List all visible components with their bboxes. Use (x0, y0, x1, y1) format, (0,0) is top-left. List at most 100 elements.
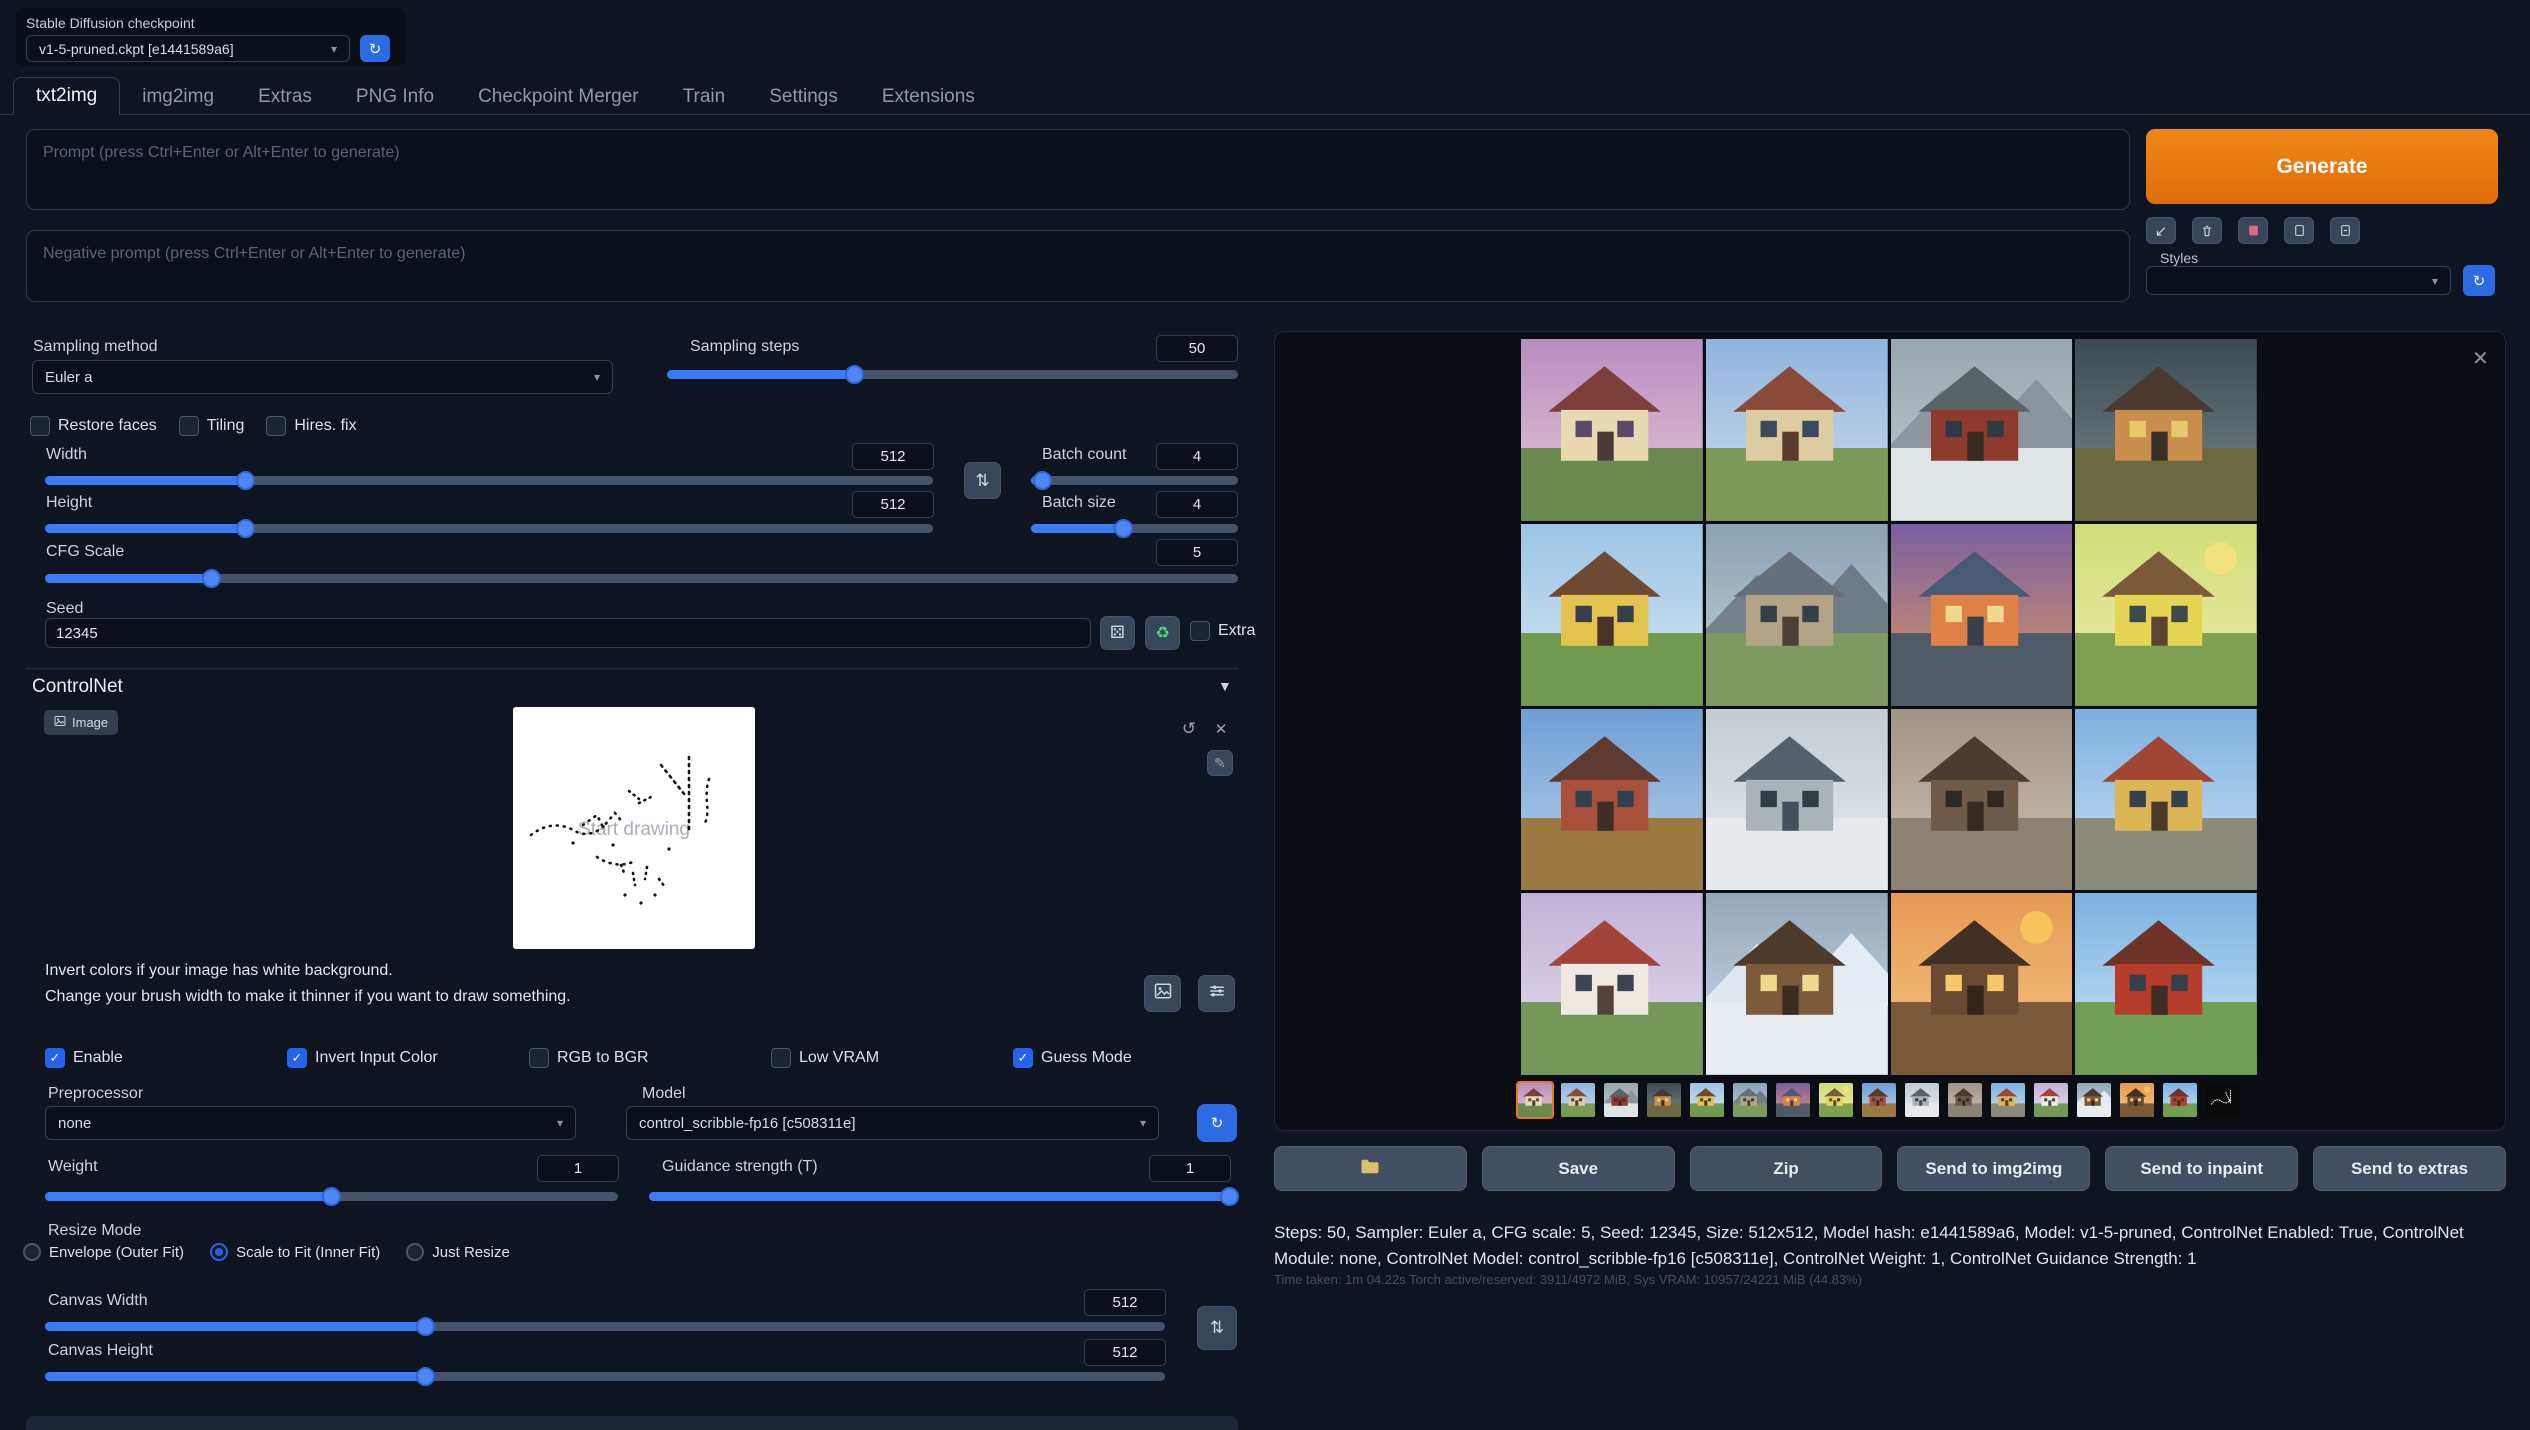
tab-checkpoint-merger[interactable]: Checkpoint Merger (456, 79, 661, 115)
swap-dimensions-button[interactable]: ⇅ (964, 462, 1001, 499)
checkpoint-select[interactable]: v1-5-pruned.ckpt [e1441589a6] ▾ (26, 35, 350, 62)
checkbox-invert-input-color[interactable]: ✓ Invert Input Color (287, 1048, 529, 1068)
tab-extras[interactable]: Extras (236, 79, 334, 115)
slider-track[interactable] (45, 574, 1238, 583)
send-to-extras-button[interactable]: Send to extras (2313, 1146, 2506, 1191)
slider-handle[interactable] (845, 365, 864, 384)
gallery-thumbnail-2[interactable] (1559, 1081, 1597, 1119)
gallery-image-15[interactable] (1891, 893, 2073, 1075)
width-slider[interactable] (45, 470, 933, 491)
seed-input[interactable] (45, 618, 1091, 648)
checkbox-extra[interactable]: Extra (1190, 621, 1255, 641)
styles-refresh-button[interactable]: ↻ (2463, 265, 2495, 296)
slider-handle[interactable] (416, 1317, 435, 1336)
generate-button[interactable]: Generate (2146, 129, 2498, 204)
gallery-image-8[interactable] (2075, 524, 2257, 706)
controlnet-drawing-canvas[interactable]: Start drawing (513, 707, 755, 949)
radio-just-resize[interactable]: Just Resize (406, 1243, 510, 1261)
slider-handle[interactable] (1220, 1187, 1239, 1206)
sampling-method-select[interactable]: Euler a ▾ (32, 360, 613, 394)
apply-style-button[interactable] (2284, 217, 2314, 244)
slider-handle[interactable] (1114, 519, 1133, 538)
gallery-thumbnail-5[interactable] (1688, 1081, 1726, 1119)
gallery-image-12[interactable] (2075, 709, 2257, 891)
batch-size-value[interactable]: 4 (1156, 491, 1238, 518)
zip-button[interactable]: Zip (1690, 1146, 1883, 1191)
brush-button[interactable]: ✎ (1207, 750, 1233, 776)
canvas-width-value[interactable]: 512 (1084, 1289, 1166, 1316)
gallery-thumbnail-6[interactable] (1731, 1081, 1769, 1119)
slider-handle[interactable] (236, 471, 255, 490)
controlnet-collapse-icon[interactable]: ▼ (1218, 678, 1232, 694)
canvas-settings-button[interactable] (1198, 975, 1235, 1012)
collapsed-section-bar[interactable] (26, 1416, 1238, 1430)
canvas-width-slider[interactable] (45, 1316, 1165, 1337)
tab-train[interactable]: Train (661, 79, 748, 115)
gallery-image-7[interactable] (1891, 524, 2073, 706)
random-seed-button[interactable]: ⚄ (1100, 616, 1135, 650)
gallery-thumbnail-9[interactable] (1860, 1081, 1898, 1119)
canvas-height-slider[interactable] (45, 1366, 1165, 1387)
gallery-thumbnail-15[interactable] (2118, 1081, 2156, 1119)
gallery-image-6[interactable] (1706, 524, 1888, 706)
gallery-image-14[interactable] (1706, 893, 1888, 1075)
tab-png-info[interactable]: PNG Info (334, 79, 456, 115)
tab-extensions[interactable]: Extensions (860, 79, 997, 115)
gallery-image-3[interactable] (1891, 339, 2073, 521)
new-canvas-button[interactable] (1144, 975, 1181, 1012)
gallery-image-11[interactable] (1891, 709, 2073, 891)
gallery-thumbnail-3[interactable] (1602, 1081, 1640, 1119)
close-gallery-button[interactable]: ✕ (2472, 346, 2489, 371)
checkbox-enable[interactable]: ✓ Enable (45, 1048, 287, 1068)
styles-select[interactable]: ▾ (2146, 266, 2451, 295)
clear-prompt-button[interactable] (2192, 217, 2222, 244)
controlnet-section-title[interactable]: ControlNet (32, 676, 123, 698)
negative-prompt-input[interactable] (26, 230, 2130, 302)
checkbox-rgb-to-bgr[interactable]: RGB to BGR (529, 1048, 771, 1068)
open-folder-button[interactable] (1274, 1146, 1467, 1191)
reuse-seed-button[interactable]: ♻ (1145, 616, 1180, 650)
send-to-img2img-button[interactable]: Send to img2img (1897, 1146, 2090, 1191)
slider-handle[interactable] (416, 1367, 435, 1386)
guidance-strength-slider[interactable] (649, 1186, 1230, 1207)
gallery-thumbnail-scribble[interactable] (2204, 1081, 2242, 1119)
batch-size-slider[interactable] (1031, 518, 1238, 539)
preprocessor-select[interactable]: none ▾ (45, 1106, 576, 1140)
sampling-steps-slider[interactable] (667, 364, 1238, 385)
save-style-button[interactable] (2330, 217, 2360, 244)
gallery-thumbnail-4[interactable] (1645, 1081, 1683, 1119)
gallery-thumbnail-12[interactable] (1989, 1081, 2027, 1119)
cfg-scale-value[interactable]: 5 (1156, 539, 1238, 566)
gallery-image-1[interactable] (1521, 339, 1703, 521)
tab-settings[interactable]: Settings (747, 79, 860, 115)
height-value[interactable]: 512 (852, 491, 934, 518)
gallery-image-16[interactable] (2075, 893, 2257, 1075)
slider-handle[interactable] (202, 569, 221, 588)
gallery-image-2[interactable] (1706, 339, 1888, 521)
radio-scale-to-fit-inner-fit[interactable]: Scale to Fit (Inner Fit) (210, 1243, 380, 1261)
model-refresh-button[interactable]: ↻ (1197, 1104, 1237, 1142)
cfg-scale-slider[interactable] (45, 568, 1238, 589)
gallery-image-4[interactable] (2075, 339, 2257, 521)
gallery-image-10[interactable] (1706, 709, 1888, 891)
checkbox-low-vram[interactable]: Low VRAM (771, 1048, 1013, 1068)
gallery-thumbnail-8[interactable] (1817, 1081, 1855, 1119)
gallery-image-5[interactable] (1521, 524, 1703, 706)
extra-networks-button[interactable] (2238, 217, 2268, 244)
controlnet-image-tab[interactable]: Image (44, 710, 118, 735)
slider-handle[interactable] (236, 519, 255, 538)
tab-txt2img[interactable]: txt2img (13, 77, 120, 115)
batch-count-slider[interactable] (1031, 470, 1238, 491)
paste-params-button[interactable]: ↙ (2146, 217, 2176, 244)
gallery-thumbnail-14[interactable] (2075, 1081, 2113, 1119)
gallery-thumbnail-11[interactable] (1946, 1081, 1984, 1119)
send-to-inpaint-button[interactable]: Send to inpaint (2105, 1146, 2298, 1191)
gallery-thumbnail-7[interactable] (1774, 1081, 1812, 1119)
model-select[interactable]: control_scribble-fp16 [c508311e] ▾ (626, 1106, 1159, 1140)
tab-img2img[interactable]: img2img (120, 79, 236, 115)
save-button[interactable]: Save (1482, 1146, 1675, 1191)
weight-value[interactable]: 1 (537, 1155, 619, 1182)
slider-track[interactable] (1031, 476, 1238, 485)
canvas-height-value[interactable]: 512 (1084, 1339, 1166, 1366)
gallery-image-13[interactable] (1521, 893, 1703, 1075)
